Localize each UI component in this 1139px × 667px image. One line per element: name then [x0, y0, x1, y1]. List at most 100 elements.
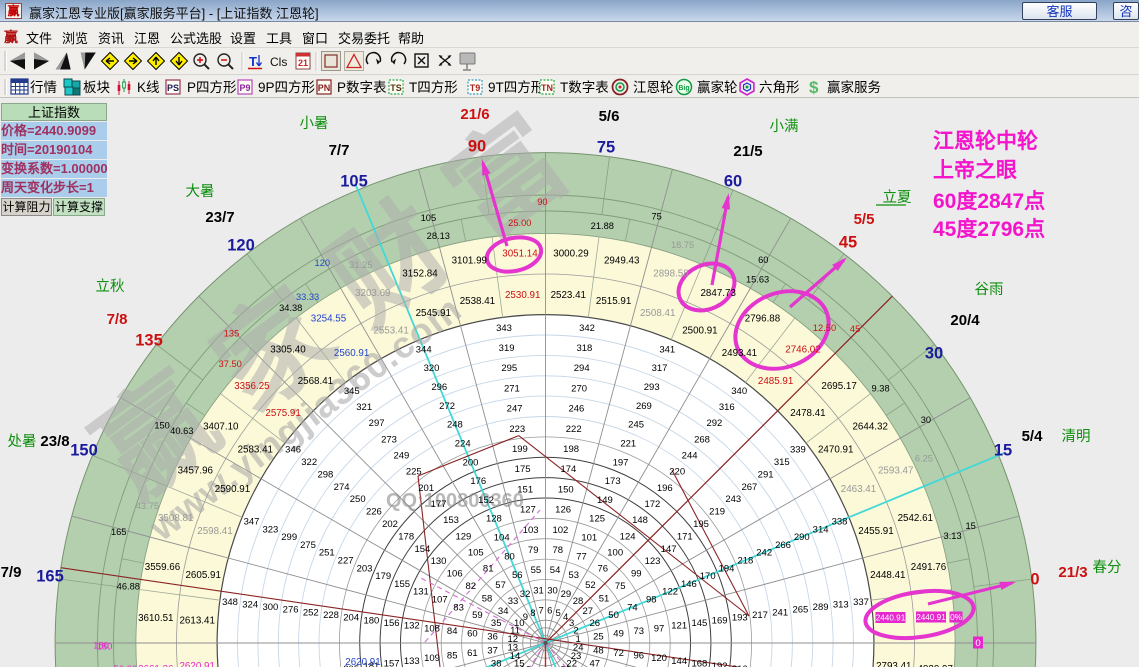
svg-text:2583.41: 2583.41: [238, 444, 273, 455]
svg-text:45: 45: [839, 234, 857, 252]
svg-text:192: 192: [712, 661, 728, 667]
svg-text:2455.91: 2455.91: [858, 526, 893, 537]
svg-text:60度2847点: 60度2847点: [933, 189, 1045, 213]
svg-text:3: 3: [569, 618, 574, 629]
svg-text:318: 318: [576, 343, 592, 354]
svg-text:131: 131: [413, 587, 429, 598]
svg-text:90: 90: [537, 197, 547, 207]
svg-text:2898.58: 2898.58: [653, 269, 689, 280]
svg-text:220: 220: [669, 467, 685, 478]
svg-text:3000.29: 3000.29: [553, 249, 588, 260]
svg-text:61: 61: [467, 648, 478, 659]
svg-text:74: 74: [627, 602, 638, 613]
svg-text:T四方形: T四方形: [409, 80, 458, 95]
svg-text:245: 245: [628, 420, 644, 431]
svg-text:174: 174: [560, 464, 576, 475]
svg-text:291: 291: [758, 469, 774, 480]
svg-text:49: 49: [613, 629, 624, 640]
svg-text:33.33: 33.33: [296, 292, 319, 302]
svg-text:218: 218: [737, 556, 753, 567]
svg-text:135: 135: [224, 329, 240, 339]
svg-text:51: 51: [599, 593, 610, 604]
svg-text:PS: PS: [167, 83, 179, 93]
svg-text:板块: 板块: [83, 80, 110, 95]
svg-text:29: 29: [561, 589, 572, 600]
svg-text:23/8: 23/8: [40, 433, 69, 450]
svg-text:176: 176: [470, 476, 486, 487]
svg-text:4: 4: [563, 612, 568, 623]
svg-text:289: 289: [813, 602, 829, 613]
svg-text:179: 179: [375, 571, 391, 582]
svg-text:196: 196: [657, 483, 673, 494]
svg-text:73: 73: [634, 626, 645, 637]
svg-text:Cls: Cls: [270, 55, 287, 69]
svg-text:204: 204: [343, 613, 359, 624]
svg-text:153: 153: [443, 515, 459, 526]
svg-text:168: 168: [691, 659, 707, 667]
svg-text:7/9: 7/9: [1, 564, 22, 581]
svg-text:99: 99: [631, 569, 642, 580]
svg-text:317: 317: [652, 363, 668, 374]
svg-text:219: 219: [709, 507, 725, 518]
svg-text:105: 105: [468, 548, 484, 559]
svg-text:33: 33: [508, 596, 519, 607]
svg-text:76: 76: [598, 564, 609, 575]
svg-text:3356.25: 3356.25: [234, 381, 270, 392]
svg-text:2793.41: 2793.41: [876, 661, 911, 667]
svg-text:6: 6: [547, 606, 552, 617]
svg-text:2796.88: 2796.88: [745, 314, 781, 325]
svg-text:立夏: 立夏: [883, 189, 912, 206]
svg-text:341: 341: [659, 344, 675, 355]
svg-text:T9: T9: [470, 83, 481, 93]
svg-text:45: 45: [850, 324, 860, 334]
svg-text:101: 101: [581, 533, 597, 544]
svg-text:45度2796点: 45度2796点: [933, 217, 1045, 241]
svg-text:148: 148: [632, 515, 648, 526]
svg-text:135: 135: [135, 332, 163, 350]
svg-text:3101.99: 3101.99: [452, 255, 487, 266]
svg-text:2590.91: 2590.91: [215, 484, 250, 495]
svg-text:31.25: 31.25: [349, 260, 372, 270]
svg-text:133: 133: [404, 656, 420, 667]
svg-text:82: 82: [466, 581, 477, 592]
svg-text:270: 270: [571, 383, 587, 394]
svg-text:297: 297: [369, 418, 385, 429]
svg-text:342: 342: [579, 323, 595, 334]
svg-text:58: 58: [482, 593, 493, 604]
svg-text:30: 30: [925, 345, 943, 363]
svg-text:122: 122: [662, 587, 678, 598]
svg-text:149: 149: [597, 495, 613, 506]
svg-text:98: 98: [646, 595, 657, 606]
svg-text:129: 129: [455, 531, 471, 542]
svg-text:246: 246: [568, 404, 584, 415]
svg-text:195: 195: [693, 519, 709, 530]
svg-text:251: 251: [319, 548, 335, 559]
svg-text:3203.69: 3203.69: [355, 288, 390, 299]
svg-text:75: 75: [597, 139, 615, 157]
svg-text:18.75: 18.75: [671, 240, 694, 250]
svg-text:QQ:100800360: QQ:100800360: [386, 490, 524, 512]
svg-text:120: 120: [651, 653, 667, 664]
svg-text:171: 171: [677, 531, 693, 542]
svg-text:165: 165: [111, 527, 127, 537]
svg-text:241: 241: [772, 607, 788, 618]
svg-text:2440.91: 2440.91: [916, 613, 946, 622]
svg-text:2508.41: 2508.41: [640, 308, 675, 319]
svg-text:295: 295: [501, 363, 517, 374]
svg-text:47: 47: [590, 659, 601, 667]
svg-text:102: 102: [552, 525, 568, 536]
svg-text:123: 123: [645, 556, 661, 567]
svg-text:156: 156: [384, 618, 400, 629]
svg-text:53: 53: [568, 570, 579, 581]
svg-text:21/6: 21/6: [460, 106, 489, 123]
svg-text:28.13: 28.13: [427, 231, 450, 241]
svg-text:322: 322: [301, 457, 317, 468]
svg-text:2695.17: 2695.17: [821, 381, 856, 392]
svg-text:83: 83: [453, 602, 464, 613]
svg-text:337: 337: [853, 597, 869, 608]
svg-text:3457.96: 3457.96: [178, 466, 214, 477]
svg-text:50: 50: [608, 610, 619, 621]
svg-text:175: 175: [515, 464, 531, 475]
svg-text:152: 152: [478, 495, 494, 506]
svg-text:193: 193: [732, 613, 748, 624]
